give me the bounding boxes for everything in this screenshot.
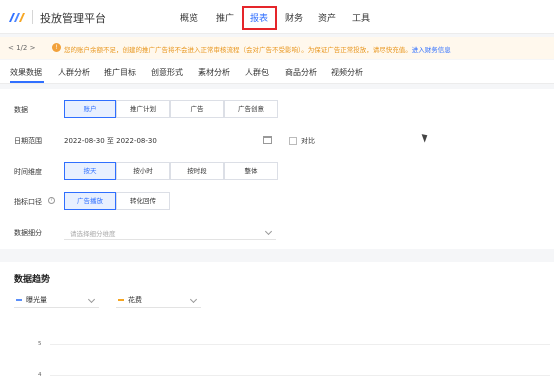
tab-product-analysis[interactable]: 商品分析	[285, 67, 317, 78]
logo-divider	[32, 10, 33, 24]
metric-color-swatch	[118, 299, 124, 301]
notice-text: 您的账户余额不足，创建的推广广告将不会进入正常审核流程（会对广告不受影响）。为保…	[64, 46, 412, 54]
data-option-account[interactable]: 账户	[64, 100, 116, 118]
tab-audience-pack[interactable]: 人群包	[245, 67, 269, 78]
logo-icon	[9, 13, 25, 22]
compare-label: 对比	[301, 137, 315, 145]
date-range-input[interactable]: 2022-08-30 至 2022-08-30	[64, 136, 276, 150]
metric-basis-label: 指标口径	[14, 198, 42, 206]
tab-material-analysis[interactable]: 素材分析	[198, 67, 230, 78]
top-nav-bar: 投放管理平台 概览 推广 报表 财务 资产 工具	[0, 0, 554, 34]
nav-overview[interactable]: 概览	[180, 11, 198, 24]
date-label: 日期范围	[14, 137, 42, 145]
gridline	[50, 344, 550, 345]
metric-option-conversion[interactable]: 转化回传	[116, 192, 170, 210]
breakdown-placeholder: 请选择细分维度	[70, 230, 116, 238]
breakdown-label: 数据细分	[14, 229, 42, 237]
compare-checkbox[interactable]	[289, 137, 297, 145]
warning-icon: !	[52, 43, 61, 52]
tab-audience-analysis[interactable]: 人群分析	[58, 67, 90, 78]
chevron-down-icon	[87, 295, 96, 304]
notice-message: 您的账户余额不足，创建的推广广告将不会进入正常审核流程（会对广告不受影响）。为保…	[64, 44, 451, 54]
nav-tools[interactable]: 工具	[352, 11, 370, 24]
data-label: 数据	[14, 106, 28, 114]
y-tick-4: 4	[38, 372, 42, 378]
data-option-creative[interactable]: 广告创意	[224, 100, 278, 118]
nav-promotion[interactable]: 推广	[216, 11, 234, 24]
active-tab-indicator	[10, 81, 44, 83]
report-tabs: 效果数据 人群分析 推广目标 创意形式 素材分析 人群包 商品分析 视频分析	[0, 60, 554, 84]
chevron-down-icon	[189, 295, 198, 304]
metric-option-ad-play[interactable]: 广告播放	[64, 192, 116, 210]
metric-label-spend: 花费	[128, 296, 142, 304]
chevron-down-icon	[264, 227, 273, 236]
time-option-overall[interactable]: 整体	[224, 162, 278, 180]
tab-video-analysis[interactable]: 视频分析	[331, 67, 363, 78]
notice-banner: < 1/2 > ! 您的账户余额不足，创建的推广广告将不会进入正常审核流程（会对…	[0, 37, 554, 59]
tab-creative-format[interactable]: 创意形式	[151, 67, 183, 78]
time-option-period[interactable]: 按时段	[170, 162, 224, 180]
data-trend-section: 数据趋势 曝光量 花费 5 4	[0, 262, 554, 391]
highlight-box	[242, 6, 277, 30]
metric-color-swatch	[16, 299, 22, 301]
notice-link[interactable]: 进入财务信息	[412, 46, 451, 54]
nav-finance[interactable]: 财务	[285, 11, 303, 24]
time-dimension-label: 时间维度	[14, 168, 42, 176]
time-option-hour[interactable]: 按小时	[116, 162, 170, 180]
metric-select-impressions[interactable]: 曝光量	[14, 294, 99, 308]
data-option-campaign[interactable]: 推广计划	[116, 100, 170, 118]
y-tick-5: 5	[38, 341, 42, 347]
breakdown-select[interactable]: 请选择细分维度	[64, 226, 276, 240]
tab-promotion-goal[interactable]: 推广目标	[104, 67, 136, 78]
time-option-day[interactable]: 按天	[64, 162, 116, 180]
tab-effect-data[interactable]: 效果数据	[10, 67, 42, 78]
info-icon[interactable]: ?	[48, 197, 55, 204]
trend-title: 数据趋势	[14, 275, 51, 285]
metric-select-spend[interactable]: 花费	[116, 294, 201, 308]
gridline	[50, 375, 550, 376]
calendar-icon[interactable]	[263, 136, 272, 144]
metric-label-impressions: 曝光量	[26, 296, 47, 304]
nav-assets[interactable]: 资产	[318, 11, 336, 24]
app-title: 投放管理平台	[40, 12, 106, 25]
notice-pager[interactable]: < 1/2 >	[8, 44, 35, 52]
data-option-ad[interactable]: 广告	[170, 100, 224, 118]
